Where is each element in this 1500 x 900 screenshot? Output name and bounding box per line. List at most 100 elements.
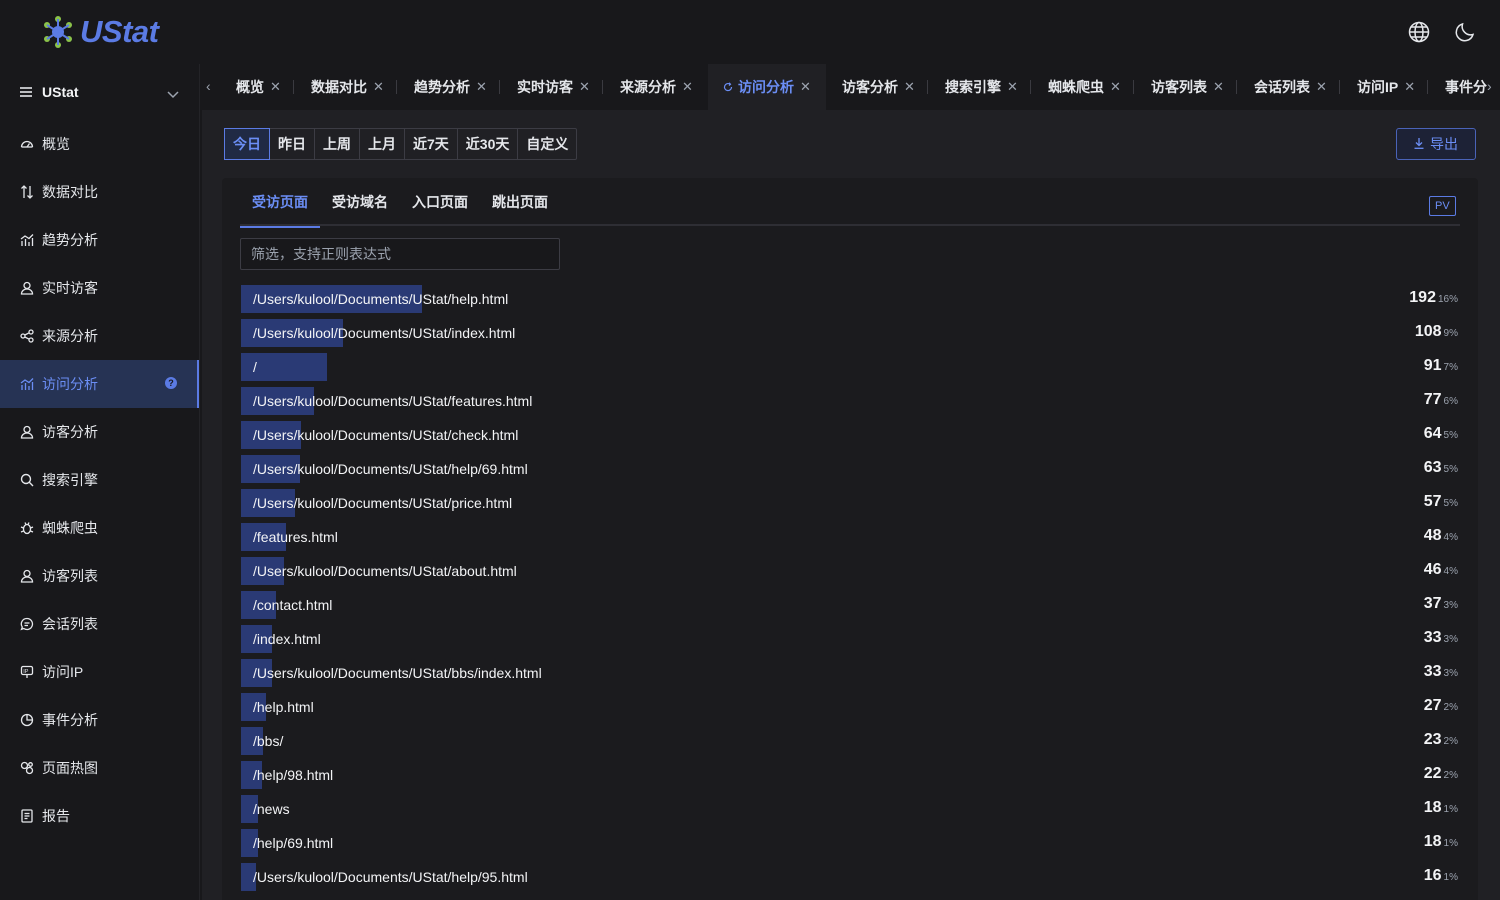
menu-icon — [20, 84, 34, 100]
moon-icon[interactable] — [1453, 20, 1477, 44]
close-icon[interactable]: ✕ — [800, 79, 811, 95]
tabs-scroll-left-icon[interactable]: ‹ — [206, 78, 211, 94]
filter-input[interactable] — [240, 238, 560, 270]
subtab-2[interactable]: 入口页面 — [400, 178, 480, 226]
close-icon[interactable]: ✕ — [1110, 79, 1121, 95]
download-icon — [1414, 136, 1424, 152]
tab-12[interactable]: 事件分 — [1445, 64, 1487, 110]
list-item[interactable]: /Users/kulool/Documents/UStat/help/69.ht… — [241, 452, 1461, 486]
logo[interactable]: UStat — [40, 14, 159, 50]
list-item[interactable]: /bbs/23 2% — [241, 724, 1461, 758]
sidebar-item-10[interactable]: 会话列表 — [0, 600, 199, 648]
logo-icon — [44, 16, 72, 48]
list-item[interactable]: /Users/kulool/Documents/UStat/index.html… — [241, 316, 1461, 350]
tab-3[interactable]: 实时访客 ✕ — [517, 64, 590, 110]
list-item[interactable]: /help/98.html 22 2% — [241, 758, 1461, 792]
sidebar-item-8[interactable]: 蜘蛛爬虫 — [0, 504, 199, 552]
user-icon — [20, 425, 34, 439]
tab-10[interactable]: 会话列表 ✕ — [1254, 64, 1327, 110]
project-selector[interactable]: UStat — [0, 64, 199, 120]
close-icon[interactable]: ✕ — [1316, 79, 1327, 95]
refresh-icon[interactable] — [723, 79, 733, 95]
sidebar-item-6[interactable]: 访客分析 — [0, 408, 199, 456]
range-button-5[interactable]: 近30天 — [458, 129, 519, 159]
range-button-6[interactable]: 自定义 — [518, 129, 576, 159]
sidebar-item-3[interactable]: 实时访客 — [0, 264, 199, 312]
subtab-0[interactable]: 受访页面 — [240, 178, 320, 228]
tab-separator — [1133, 80, 1134, 94]
tab-9[interactable]: 访客列表 ✕ — [1151, 64, 1224, 110]
tab-11[interactable]: 访问IP ✕ — [1357, 64, 1415, 110]
export-button[interactable]: 导出 — [1396, 128, 1476, 160]
top-header: UStat — [0, 0, 1500, 64]
user-icon — [20, 281, 34, 295]
sidebar-item-2[interactable]: 趋势分析 — [0, 216, 199, 264]
list-item[interactable]: /features.html 48 4% — [241, 520, 1461, 554]
list-item[interactable]: /news 18 1% — [241, 792, 1461, 826]
close-icon[interactable]: ✕ — [270, 79, 281, 95]
sidebar-item-14[interactable]: 报告 — [0, 792, 199, 840]
subtab-3[interactable]: 跳出页面 — [480, 178, 560, 226]
list-item[interactable]: /Users/kulool/Documents/UStat/features.h… — [241, 384, 1461, 418]
tab-4[interactable]: 来源分析 ✕ — [620, 64, 693, 110]
sidebar-item-9[interactable]: 访客列表 — [0, 552, 199, 600]
close-icon[interactable]: ✕ — [476, 79, 487, 95]
page-path: / — [253, 359, 257, 375]
export-label: 导出 — [1430, 136, 1458, 152]
sidebar-item-11[interactable]: IP 访问IP — [0, 648, 199, 696]
close-icon[interactable]: ✕ — [904, 79, 915, 95]
sidebar-item-0[interactable]: 概览 — [0, 120, 199, 168]
close-icon[interactable]: ✕ — [1007, 79, 1018, 95]
sidebar-item-12[interactable]: 事件分析 — [0, 696, 199, 744]
range-button-0[interactable]: 今日 — [224, 128, 270, 160]
tabs-scroll-right-icon[interactable]: › — [1487, 78, 1492, 94]
list-item[interactable]: /Users/kulool/Documents/UStat/help/95.ht… — [241, 860, 1461, 894]
page-path: /Users/kulool/Documents/UStat/help/69.ht… — [253, 461, 528, 477]
tab-8[interactable]: 蜘蛛爬虫 ✕ — [1048, 64, 1121, 110]
list-item[interactable]: /help/69.html 18 1% — [241, 826, 1461, 860]
list-item[interactable]: /Users/kulool/Documents/UStat/about.html… — [241, 554, 1461, 588]
list-item[interactable]: /Users/kulool/Documents/UStat/bbs/index.… — [241, 656, 1461, 690]
tab-0[interactable]: 概览 ✕ — [236, 64, 281, 110]
close-icon[interactable]: ✕ — [1213, 79, 1224, 95]
list-item[interactable]: /Users/kulool/Documents/UStat/price.html… — [241, 486, 1461, 520]
pv-percent: 3% — [1443, 634, 1458, 645]
sidebar-item-7[interactable]: 搜索引擎 — [0, 456, 199, 504]
globe-icon[interactable] — [1407, 20, 1431, 44]
close-icon[interactable]: ✕ — [1404, 79, 1415, 95]
range-button-1[interactable]: 昨日 — [270, 129, 315, 159]
list-item[interactable]: /help.html 27 2% — [241, 690, 1461, 724]
list-item[interactable]: /Users/kulool/Documents/UStat/help.html 1… — [241, 282, 1461, 316]
sidebar-item-label: 来源分析 — [42, 328, 98, 344]
tab-6[interactable]: 访客分析 ✕ — [842, 64, 915, 110]
page-path: /Users/kulool/Documents/UStat/price.html — [253, 495, 513, 511]
sidebar-item-4[interactable]: 来源分析 — [0, 312, 199, 360]
pv-value: 33 3% — [1424, 629, 1458, 647]
range-button-3[interactable]: 上月 — [360, 129, 405, 159]
range-button-4[interactable]: 近7天 — [405, 129, 458, 159]
close-icon[interactable]: ✕ — [373, 79, 384, 95]
sidebar-item-label: 访客分析 — [42, 424, 98, 440]
sidebar-item-label: 趋势分析 — [42, 232, 98, 248]
subtab-1[interactable]: 受访域名 — [320, 178, 400, 226]
tab-label: 实时访客 — [517, 79, 573, 95]
list-item[interactable]: /index.html 33 3% — [241, 622, 1461, 656]
pie-icon — [20, 713, 34, 727]
tab-1[interactable]: 数据对比 ✕ — [311, 64, 384, 110]
close-icon[interactable]: ✕ — [682, 79, 693, 95]
help-icon[interactable]: ? — [165, 377, 177, 389]
list-item[interactable]: /Users/kulool/Documents/UStat/check.html… — [241, 418, 1461, 452]
tab-2[interactable]: 趋势分析 ✕ — [414, 64, 487, 110]
metric-badge[interactable]: PV — [1429, 196, 1456, 216]
tab-label: 蜘蛛爬虫 — [1048, 79, 1104, 95]
tab-5[interactable]: 访问分析 ✕ — [708, 64, 826, 110]
close-icon[interactable]: ✕ — [579, 79, 590, 95]
list-item[interactable]: /contact.html 37 3% — [241, 588, 1461, 622]
sidebar-item-13[interactable]: 页面热图 — [0, 744, 199, 792]
tab-7[interactable]: 搜索引擎 ✕ — [945, 64, 1018, 110]
range-button-2[interactable]: 上周 — [315, 129, 360, 159]
list-item[interactable]: / 91 7% — [241, 350, 1461, 384]
sidebar-item-5[interactable]: 访问分析? — [0, 360, 199, 408]
pv-value: 64 5% — [1424, 425, 1458, 443]
sidebar-item-1[interactable]: 数据对比 — [0, 168, 199, 216]
